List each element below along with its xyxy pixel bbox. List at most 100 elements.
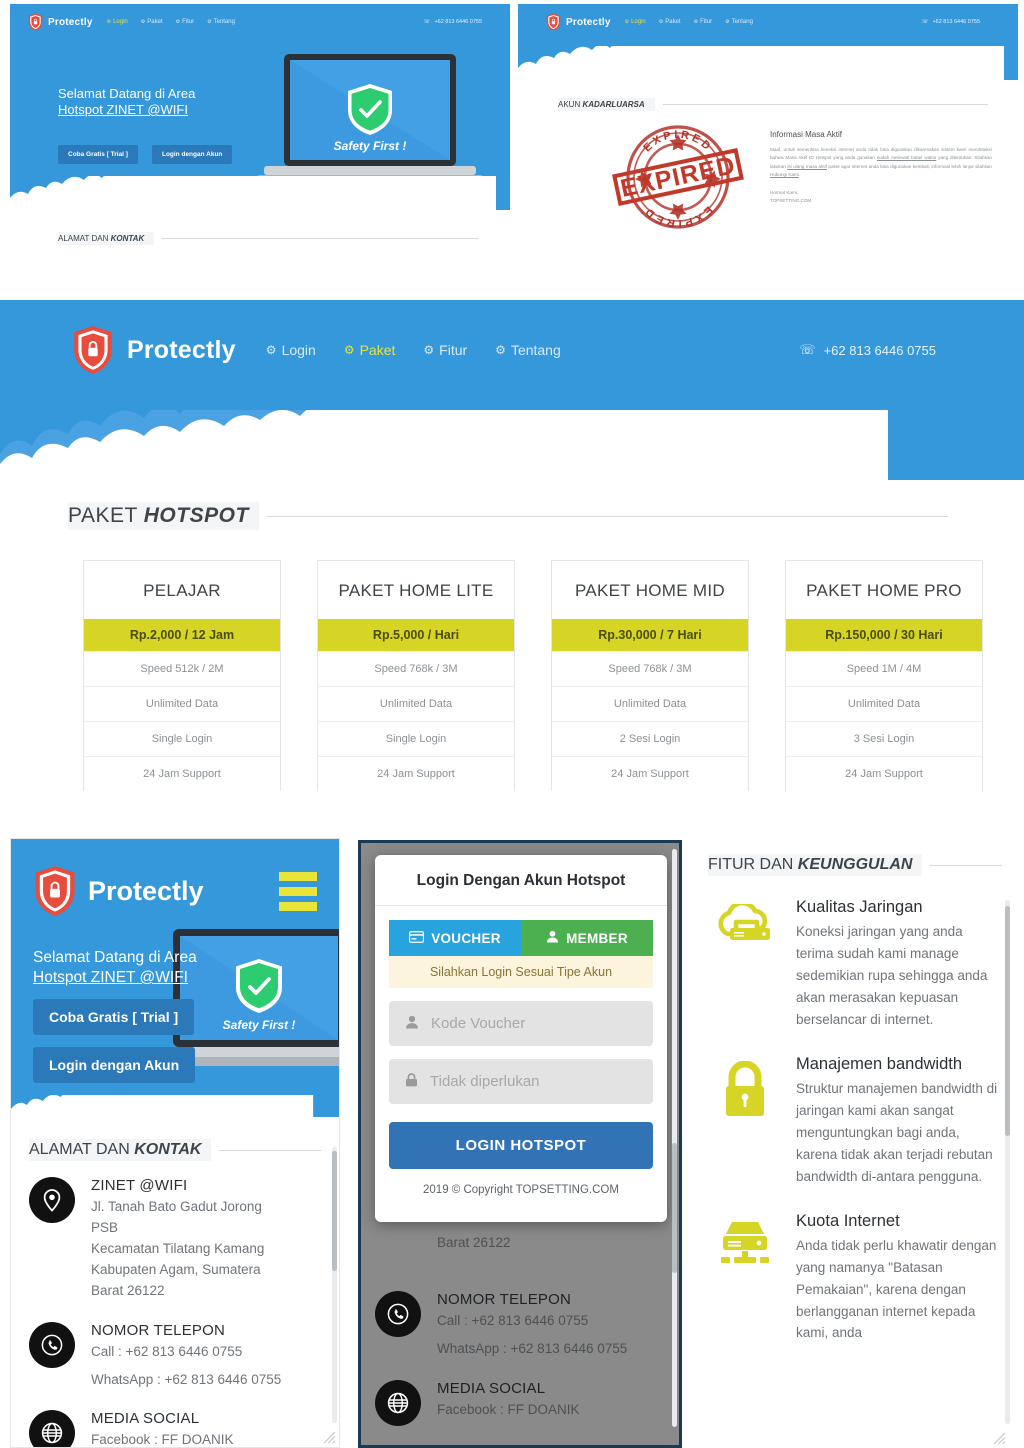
hero-line-2: Hotspot ZINET @WIFI <box>33 969 188 986</box>
gear-icon: ⚙ <box>207 19 212 25</box>
feature-item-network: Kualitas Jaringan Koneksi jaringan yang … <box>712 898 1000 1031</box>
main-header: Protectly ⚙ Login ⚙ Paket ⚙ Fitur ⚙ Tentang … <box>0 300 1024 480</box>
contact-line: Barat 26122 <box>91 1282 165 1298</box>
nav-item-paket[interactable]: ⚙ Paket <box>344 342 396 358</box>
link-batas-waktu[interactable]: sudah melewati batas waktu <box>877 155 937 160</box>
nav-item-fitur[interactable]: ⚙ Fitur <box>423 342 467 358</box>
link-isi-ulang[interactable]: isi ulang masa aktif <box>787 164 827 169</box>
contact-heading: MEDIA SOCIAL <box>437 1379 546 1397</box>
contact-item-social: MEDIA SOCIAL Facebook : FF DOANIK <box>375 1379 669 1426</box>
contact-line: Barat 26122 <box>437 1235 511 1250</box>
login-account-button[interactable]: Login dengan Akun <box>33 1047 196 1083</box>
phone-signal-icon: ☏ <box>799 342 816 357</box>
resize-handle[interactable] <box>323 1431 336 1444</box>
nav-item-tentang[interactable]: ⚙ Tentang <box>725 19 753 25</box>
contact-item-address: ZINET @WIFI Jl. Tanah Bato Gadut Jorong … <box>29 1177 321 1302</box>
login-hint-alert: Silahkan Login Sesuai Tipe Akun <box>389 956 653 988</box>
link-hubungi-kami[interactable]: Hubungi Kami <box>770 172 799 177</box>
copyright-text: 2019 © Copyright TOPSETTING.COM <box>423 1184 619 1196</box>
header-phone[interactable]: ☏ +62 813 6446 0755 <box>799 342 952 358</box>
header-phone[interactable]: ☏ +62 813 6446 0755 <box>922 19 990 25</box>
tab-voucher[interactable]: VOUCHER <box>389 920 521 956</box>
panel-welcome-preview: Protectly ⚙ Login ⚙ Paket ⚙ Fitur ⚙ Tentang … <box>10 4 510 250</box>
nav-item-tentang[interactable]: ⚙ Tentang <box>495 342 561 358</box>
nav-item-fitur[interactable]: ⚙ Fitur <box>694 19 712 25</box>
panel-features: FITUR DAN KEUNGGULAN Kualitas Jaringan K… <box>698 840 1016 1448</box>
contact-line: Call : +62 813 6446 0755 <box>91 1343 243 1359</box>
trial-button[interactable]: Coba Gratis [ Trial ] <box>58 145 138 164</box>
voucher-field[interactable]: Kode Voucher <box>389 1001 653 1046</box>
contact-item-phone: NOMOR TELEPON Call : +62 813 6446 0755 W… <box>375 1291 669 1360</box>
laptop-caption: Safety First ! <box>334 139 407 153</box>
header-phone[interactable]: ☏ +62 813 6446 0755 <box>424 19 492 25</box>
lock-icon <box>712 1055 778 1188</box>
pricing-card[interactable]: PAKET HOME MID Rp.30,000 / 7 Hari Speed … <box>551 560 749 791</box>
expired-info: Informasi Masa Aktif Maaf, untuk sementa… <box>770 130 992 206</box>
nav-item-tentang[interactable]: ⚙ Tentang <box>207 19 235 25</box>
card-feature: 24 Jam Support <box>318 756 514 791</box>
gear-icon: ⚙ <box>495 343 506 357</box>
title-rule <box>930 864 1002 866</box>
logo[interactable]: Protectly <box>546 13 611 31</box>
cloud-divider <box>10 176 496 210</box>
contact-line: Jl. Tanah Bato Gadut Jorong <box>91 1199 262 1214</box>
gear-icon: ⚙ <box>265 343 277 357</box>
nav-item-login[interactable]: ⚙ Login <box>107 19 128 25</box>
pricing-card[interactable]: PAKET HOME LITE Rp.5,000 / Hari Speed 76… <box>317 560 515 791</box>
resize-handle[interactable] <box>993 1432 1006 1445</box>
scrollbar-track[interactable] <box>672 849 677 1427</box>
expired-signature: Hormat Kami, TOPSETTING.COM <box>770 189 812 204</box>
title-rule <box>162 238 478 239</box>
tab-member[interactable]: MEMBER <box>521 920 653 956</box>
cloud-divider <box>0 410 888 480</box>
login-type-tabs: VOUCHER MEMBER <box>389 920 653 956</box>
nav-item-paket[interactable]: ⚙ Paket <box>659 19 681 25</box>
user-icon <box>546 930 559 946</box>
scrollbar-thumb[interactable] <box>1005 906 1010 1136</box>
contact-line: Facebook : FF DOANIK <box>91 1432 234 1448</box>
card-feature: 3 Sesi Login <box>786 721 982 756</box>
card-feature: Single Login <box>84 721 280 756</box>
scrollbar-thumb[interactable] <box>332 1151 337 1271</box>
trial-button[interactable]: Coba Gratis [ Trial ] <box>33 999 195 1035</box>
logo[interactable]: Protectly <box>28 13 93 31</box>
phone-icon <box>375 1291 421 1337</box>
login-hotspot-button[interactable]: LOGIN HOTSPOT <box>389 1122 653 1169</box>
feature-heading: Manajemen bandwidth <box>796 1054 963 1073</box>
scrollbar-thumb[interactable] <box>672 1143 677 1273</box>
logo[interactable]: Protectly <box>72 325 236 375</box>
gear-icon: ⚙ <box>140 19 146 25</box>
pricing-card[interactable]: PELAJAR Rp.2,000 / 12 Jam Speed 512k / 2… <box>83 560 281 791</box>
contact-heading: NOMOR TELEPON <box>91 1321 226 1339</box>
contact-line: Kecamatan Tilatang Kamang <box>91 1240 265 1256</box>
feature-body: Struktur manajemen bandwidth di jaringan… <box>796 1081 998 1184</box>
globe-icon <box>375 1379 421 1426</box>
nav-item-fitur[interactable]: ⚙ Fitur <box>176 19 194 25</box>
nav-item-paket[interactable]: ⚙ Paket <box>141 19 163 25</box>
contact-heading: NOMOR TELEPON <box>437 1291 572 1308</box>
nav-item-login[interactable]: ⚙ Login <box>625 19 646 25</box>
hamburger-menu-icon[interactable] <box>279 871 317 911</box>
expired-info-body: Maaf, untuk sementara koneksi internet a… <box>770 147 992 178</box>
card-feature: Unlimited Data <box>84 686 280 721</box>
contact-item-social: MEDIA SOCIAL Facebook : FF DOANIK <box>29 1410 321 1448</box>
login-account-button[interactable]: Login dengan Akun <box>151 145 233 164</box>
login-dialog: Login Dengan Akun Hotspot VOUCHER MEMBER <box>375 855 667 1222</box>
card-feature: 24 Jam Support <box>84 756 280 791</box>
contact-item-address: Barat 26122 <box>375 1233 669 1279</box>
mini-header-bar: Protectly ⚙ Login ⚙ Paket ⚙ Fitur ⚙ Tentang … <box>518 4 1018 80</box>
nav-item-login[interactable]: ⚙ Login <box>266 342 316 358</box>
pricing-card[interactable]: PAKET HOME PRO Rp.150,000 / 30 Hari Spee… <box>785 560 983 791</box>
server-icon <box>712 1212 778 1345</box>
feature-body: Koneksi jaringan yang anda terima sudah … <box>796 924 988 1027</box>
dialog-title: Login Dengan Akun Hotspot <box>375 855 667 906</box>
password-field[interactable]: Tidak diperlukan <box>389 1059 653 1104</box>
gear-icon: ⚙ <box>343 343 355 357</box>
hero-buttons: Coba Gratis [ Trial ] Login dengan Akun <box>58 145 233 164</box>
user-icon <box>405 1015 419 1032</box>
gear-icon: ⚙ <box>725 19 730 25</box>
paket-section: PAKET HOTSPOT PELAJAR Rp.2,000 / 12 Jam … <box>0 480 1024 800</box>
phone-icon <box>29 1321 75 1368</box>
mini-nav: ⚙ Login ⚙ Paket ⚙ Fitur ⚙ Tentang <box>625 19 753 25</box>
resize-handle[interactable] <box>663 1429 676 1442</box>
